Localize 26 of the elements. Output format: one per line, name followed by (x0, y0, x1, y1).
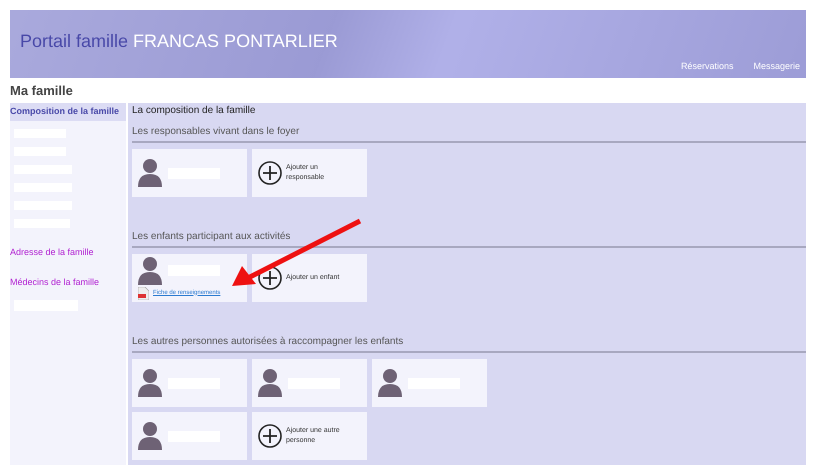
person-card[interactable] (132, 412, 247, 460)
add-icon (258, 161, 282, 185)
organization-name: FRANCAS PONTARLIER (133, 30, 338, 52)
person-card[interactable] (372, 359, 487, 407)
sidebar-item[interactable]: Adresse de la famille (10, 244, 126, 262)
section-title: Les responsables vivant dans le foyer (132, 124, 806, 143)
add-icon (258, 266, 282, 290)
portal-title: Portail famille (20, 30, 128, 52)
pdf-file-icon (138, 286, 149, 300)
sidebar-item[interactable]: Médecins de la famille (10, 274, 126, 292)
content-title: La composition de la famille (132, 104, 256, 118)
person-icon (138, 369, 162, 397)
person-card[interactable] (252, 359, 367, 407)
person-icon (258, 369, 282, 397)
nav-link[interactable]: Messagerie (753, 60, 800, 73)
page-title: Ma famille (10, 82, 74, 100)
person-card[interactable] (132, 149, 247, 197)
add-icon (258, 424, 282, 448)
person-icon (138, 256, 162, 284)
section-title: Les enfants participant aux activités (132, 229, 806, 248)
person-icon (378, 369, 402, 397)
sidebar-item[interactable]: Composition de la famille (10, 103, 126, 121)
section-title: Les autres personnes autorisées à raccompagner les enfants (132, 334, 806, 353)
person-card[interactable] (132, 359, 247, 407)
person-icon (138, 159, 162, 187)
person-icon (138, 422, 162, 450)
